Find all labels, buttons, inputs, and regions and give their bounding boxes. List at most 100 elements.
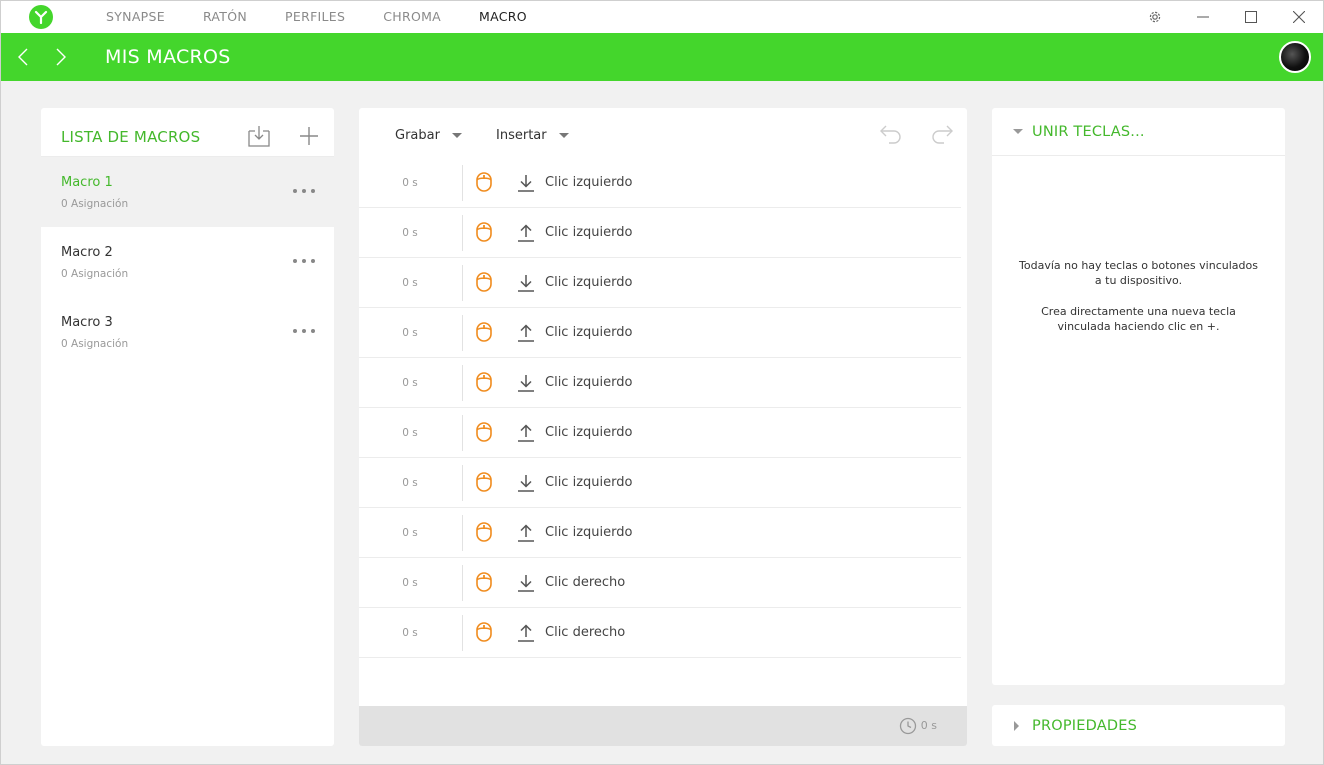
chevron-right-icon (56, 48, 66, 66)
redo-icon (932, 125, 953, 144)
more-dots-icon (293, 329, 297, 333)
event-label: Clic izquierdo (545, 525, 633, 540)
macro-event-row[interactable]: 0 s Clic izquierdo (359, 158, 961, 208)
macro-event-row[interactable]: 0 s Clic izquierdo (359, 308, 961, 358)
undo-icon (880, 125, 901, 144)
row-divider (462, 265, 463, 301)
key-down-icon (517, 273, 535, 293)
row-divider (462, 565, 463, 601)
plus-icon (300, 127, 318, 145)
total-duration-value: 0 s (920, 719, 937, 732)
event-delay[interactable]: 0 s (359, 558, 461, 608)
record-dropdown-label: Grabar (395, 128, 440, 143)
editor-footer: 0 s (359, 706, 967, 746)
macro-event-row[interactable]: 0 s Clic izquierdo (359, 508, 961, 558)
row-divider (462, 615, 463, 651)
forward-button[interactable] (49, 45, 73, 69)
more-options-button[interactable] (293, 184, 315, 198)
razer-logo-icon[interactable] (29, 5, 53, 29)
row-divider (462, 465, 463, 501)
event-label: Clic izquierdo (545, 225, 633, 240)
bind-keys-header[interactable]: UNIR TECLAS... (992, 108, 1285, 156)
macro-list-item[interactable]: Macro 1 0 Asignación (41, 157, 334, 227)
event-label: Clic izquierdo (545, 175, 633, 190)
more-dots-icon (293, 259, 297, 263)
mouse-icon (475, 421, 493, 443)
insert-dropdown[interactable]: Insertar (496, 128, 569, 143)
event-delay[interactable]: 0 s (359, 158, 461, 208)
avatar[interactable] (1279, 41, 1311, 73)
total-duration: 0 s (899, 706, 937, 746)
properties-panel[interactable]: PROPIEDADES (992, 705, 1285, 746)
more-dots-icon (293, 189, 297, 193)
event-delay[interactable]: 0 s (359, 458, 461, 508)
record-dropdown[interactable]: Grabar (395, 128, 462, 143)
mouse-icon (475, 171, 493, 193)
more-options-button[interactable] (293, 324, 315, 338)
event-delay[interactable]: 0 s (359, 308, 461, 358)
macro-list-item[interactable]: Macro 2 0 Asignación (41, 227, 334, 297)
back-button[interactable] (11, 45, 35, 69)
import-icon (248, 126, 270, 147)
nav-chroma[interactable]: CHROMA (364, 1, 460, 33)
import-button[interactable] (247, 124, 271, 148)
more-dots-icon (302, 189, 306, 193)
event-delay[interactable]: 0 s (359, 358, 461, 408)
macro-event-row[interactable]: 0 s Clic derecho (359, 558, 961, 608)
mouse-icon (475, 521, 493, 543)
key-up-icon (517, 423, 535, 443)
macro-event-row[interactable]: 0 s Clic izquierdo (359, 458, 961, 508)
mouse-icon (475, 471, 493, 493)
macro-event-row[interactable]: 0 s Clic derecho (359, 608, 961, 658)
redo-button[interactable] (929, 121, 955, 147)
macro-event-row[interactable]: 0 s Clic izquierdo (359, 258, 961, 308)
event-label: Clic derecho (545, 575, 626, 590)
more-dots-icon (302, 259, 306, 263)
minimize-button[interactable] (1179, 1, 1227, 33)
nav-perfiles[interactable]: PERFILES (266, 1, 364, 33)
mouse-icon (475, 221, 493, 243)
macro-event-row[interactable]: 0 s Clic izquierdo (359, 358, 961, 408)
macro-assignments: 0 Asignación (61, 198, 129, 210)
maximize-button[interactable] (1227, 1, 1275, 33)
empty-state-text-1: Todavía no hay teclas o botones vinculad… (1019, 259, 1258, 287)
editor-toolbar: Grabar Insertar (359, 108, 967, 158)
undo-button[interactable] (878, 121, 904, 147)
settings-button[interactable] (1131, 1, 1179, 33)
empty-state-text-2: Crea directamente una nueva tecla vincul… (1041, 305, 1236, 333)
nav-macro[interactable]: MACRO (460, 1, 546, 33)
main-nav: SYNAPSE RATÓN PERFILES CHROMA MACRO (87, 1, 546, 33)
row-divider (462, 315, 463, 351)
macro-event-row[interactable]: 0 s Clic izquierdo (359, 408, 961, 458)
top-nav-bar: SYNAPSE RATÓN PERFILES CHROMA MACRO (1, 1, 1323, 33)
event-label: Clic izquierdo (545, 475, 633, 490)
event-label: Clic izquierdo (545, 425, 633, 440)
macro-name: Macro 1 (61, 175, 113, 190)
minimize-icon (1197, 16, 1209, 18)
maximize-icon (1245, 11, 1257, 23)
close-button[interactable] (1275, 1, 1323, 33)
event-delay[interactable]: 0 s (359, 508, 461, 558)
event-delay[interactable]: 0 s (359, 408, 461, 458)
event-delay[interactable]: 0 s (359, 608, 461, 658)
chevron-down-icon (1013, 129, 1023, 134)
nav-synapse[interactable]: SYNAPSE (87, 1, 184, 33)
event-delay[interactable]: 0 s (359, 208, 461, 258)
row-divider (462, 365, 463, 401)
event-label: Clic izquierdo (545, 325, 633, 340)
event-delay[interactable]: 0 s (359, 258, 461, 308)
key-down-icon (517, 173, 535, 193)
macro-event-row[interactable]: 0 s Clic izquierdo (359, 208, 961, 258)
row-divider (462, 415, 463, 451)
key-up-icon (517, 523, 535, 543)
nav-raton[interactable]: RATÓN (184, 1, 266, 33)
window-controls (1131, 1, 1323, 33)
chevron-down-icon (451, 133, 462, 138)
key-up-icon (517, 323, 535, 343)
macro-list-item[interactable]: Macro 3 0 Asignación (41, 297, 334, 367)
add-macro-button[interactable] (297, 124, 321, 148)
gear-icon (1149, 11, 1161, 23)
mouse-icon (475, 621, 493, 643)
more-options-button[interactable] (293, 254, 315, 268)
key-up-icon (517, 623, 535, 643)
